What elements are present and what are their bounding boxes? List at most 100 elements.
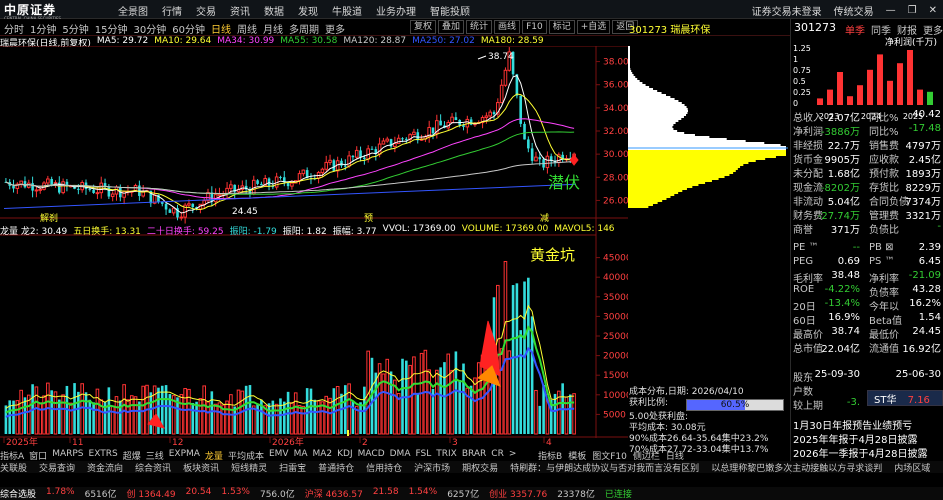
date-label-5: 3 xyxy=(452,438,458,447)
chip-row-65 xyxy=(628,176,725,178)
val-row-1-c0: PEG xyxy=(793,256,814,267)
fin-row-3-c3: 2.45亿 xyxy=(908,155,941,166)
vol-bar-0 xyxy=(4,405,8,434)
period-tab-6[interactable]: 日线 xyxy=(211,21,231,36)
vol-bar-88 xyxy=(340,393,343,434)
indicator-tab-4[interactable]: 超爆 xyxy=(123,449,141,462)
ctrl-button-6[interactable]: +自选 xyxy=(576,20,611,34)
chip-row-8 xyxy=(628,62,630,64)
indicator-tab-12[interactable]: KDJ xyxy=(337,449,353,461)
func-item-3[interactable]: 综合资讯 xyxy=(135,461,171,474)
indicator-tab-11[interactable]: MA2 xyxy=(312,449,332,461)
period-tab-0[interactable]: 分时 xyxy=(4,21,24,36)
news-item-2[interactable]: 2026年一季报于4月28日披露 xyxy=(793,445,943,460)
indicator-tab-0[interactable]: 指标A xyxy=(0,449,24,462)
period-tab-3[interactable]: 15分钟 xyxy=(95,21,128,36)
restore-icon[interactable]: ❐ xyxy=(908,5,917,16)
func-item-11[interactable]: 特刷群：与伊朗达成协议与否对我而言没有区别 xyxy=(510,461,699,474)
indicator-tab-16[interactable]: TRIX xyxy=(436,449,457,461)
indicator-tab-3[interactable]: EXTRS xyxy=(89,449,118,461)
candle-body-67 xyxy=(260,183,263,186)
menu-item-1[interactable]: 行情 xyxy=(162,3,182,18)
menu-item-5[interactable]: 发现 xyxy=(298,3,318,18)
fin-row-1-c2: 同比% xyxy=(869,127,899,138)
news-item-0[interactable]: 1月30日年报预告业绩预亏 xyxy=(793,417,943,432)
candle-body-89 xyxy=(343,165,347,167)
indicator-tab-8[interactable]: 平均成本 xyxy=(228,449,264,462)
vol-bar-5 xyxy=(23,397,27,434)
trade-login-link[interactable]: 证券交易未登录 xyxy=(752,3,822,18)
news-item-1[interactable]: 2025年年报于4月28日披露 xyxy=(793,431,943,446)
indicator-tab-1[interactable]: 窗口 xyxy=(29,449,47,462)
func-item-10[interactable]: 期权交易 xyxy=(462,461,498,474)
indicator-tab-18[interactable]: CR xyxy=(491,449,504,461)
menu-item-7[interactable]: 业务办理 xyxy=(376,3,416,18)
indicator-tab-6[interactable]: EXPMA xyxy=(169,449,200,461)
close-icon[interactable]: ✕ xyxy=(929,5,937,16)
indicator-tab-14[interactable]: DMA xyxy=(390,449,411,461)
profit-ratio-value: 60.5% xyxy=(720,400,750,410)
chip-row-80 xyxy=(628,206,649,208)
status-index1[interactable]: 综合选股 xyxy=(0,487,36,500)
func-item-5[interactable]: 短线精灵 xyxy=(231,461,267,474)
ctrl-button-2[interactable]: 统计 xyxy=(466,20,493,34)
func-item-7[interactable]: 普通持仓 xyxy=(318,461,354,474)
period-tab-9[interactable]: 多周期 xyxy=(289,21,319,36)
indicator-tab-10[interactable]: MA xyxy=(294,449,308,461)
menu-item-8[interactable]: 智能投顾 xyxy=(430,3,470,18)
indicator-tab-13[interactable]: MACD xyxy=(358,449,385,461)
menu-item-0[interactable]: 全景图 xyxy=(118,3,148,18)
menu-item-4[interactable]: 数据 xyxy=(264,3,284,18)
indicator-tab-5[interactable]: 三线 xyxy=(146,449,164,462)
status-idx3: 沪深 4636.57 xyxy=(304,490,363,500)
ctrl-button-0[interactable]: 复权 xyxy=(410,20,437,34)
menu-item-6[interactable]: 牛股道 xyxy=(332,3,362,18)
profit-ytick-3: 0.5 xyxy=(793,77,806,86)
chip-row-13 xyxy=(628,72,633,74)
candle-body-127 xyxy=(488,111,492,117)
menu-item-2[interactable]: 交易 xyxy=(196,3,216,18)
func-item-0[interactable]: 关联股 xyxy=(0,461,27,474)
indicator-tab-17[interactable]: BRAR xyxy=(462,449,486,461)
func-item-2[interactable]: 资金流向 xyxy=(87,461,123,474)
func-item-6[interactable]: 扫雷宝 xyxy=(279,461,306,474)
vol-bar-48 xyxy=(187,388,191,435)
func-item-12[interactable]: 以总理称黎巴嫩多次主动接触以方寻求谈判 xyxy=(711,461,882,474)
ctrl-button-1[interactable]: 叠加 xyxy=(438,20,465,34)
indicator-tab-9[interactable]: EMV xyxy=(269,449,289,461)
vol-bar-66 xyxy=(256,403,259,434)
holder-row-2-c1: -3. xyxy=(846,397,860,408)
period-tab-7[interactable]: 周线 xyxy=(237,21,257,36)
vol-label-1: 40000 xyxy=(603,273,628,283)
func-item-8[interactable]: 信用持仓 xyxy=(366,461,402,474)
period-tab-2[interactable]: 5分钟 xyxy=(62,21,88,36)
stock-popup[interactable]: ST华 7.16 xyxy=(867,390,943,406)
indicator-tab-2[interactable]: MARPS xyxy=(52,449,83,461)
indicator-tab-19[interactable]: > xyxy=(509,449,517,461)
period-tab-1[interactable]: 1分钟 xyxy=(30,21,56,36)
kline-chart[interactable]: 38.00 36.00 34.00 32.00 30.00 28.00 26.00 38.74… xyxy=(0,46,628,447)
ctrl-button-4[interactable]: F10 xyxy=(522,20,547,34)
minimize-icon[interactable]: — xyxy=(886,5,896,16)
ctrl-button-3[interactable]: 画线 xyxy=(494,20,521,34)
func-item-4[interactable]: 板块资讯 xyxy=(183,461,219,474)
menu-item-3[interactable]: 资讯 xyxy=(230,3,250,18)
period-tab-4[interactable]: 30分钟 xyxy=(133,21,166,36)
indicator-tab-7[interactable]: 龙量 xyxy=(205,449,223,462)
val-row-5-c1: 16.9% xyxy=(828,312,860,323)
vol-bar-90 xyxy=(347,383,351,435)
period-tab-5[interactable]: 60分钟 xyxy=(172,21,205,36)
ctrl-button-5[interactable]: 标记 xyxy=(548,20,575,34)
period-tab-10[interactable]: 更多 xyxy=(325,21,345,36)
period-tab-8[interactable]: 月线 xyxy=(263,21,283,36)
traditional-trade-link[interactable]: 传统交易 xyxy=(834,3,874,18)
func-item-9[interactable]: 沪深市场 xyxy=(414,461,450,474)
latent-label: 潜伏 xyxy=(548,173,580,192)
indicator-tab-15[interactable]: FSL xyxy=(415,449,431,461)
val-row-4-c2: 今年以 xyxy=(869,302,899,313)
func-item-1[interactable]: 交易查询 xyxy=(39,461,75,474)
func-item-13[interactable]: 内场区域 xyxy=(894,461,930,474)
candle-body-103 xyxy=(396,137,401,145)
chip-row-33 xyxy=(628,112,688,114)
chip-row-46 xyxy=(628,138,727,140)
